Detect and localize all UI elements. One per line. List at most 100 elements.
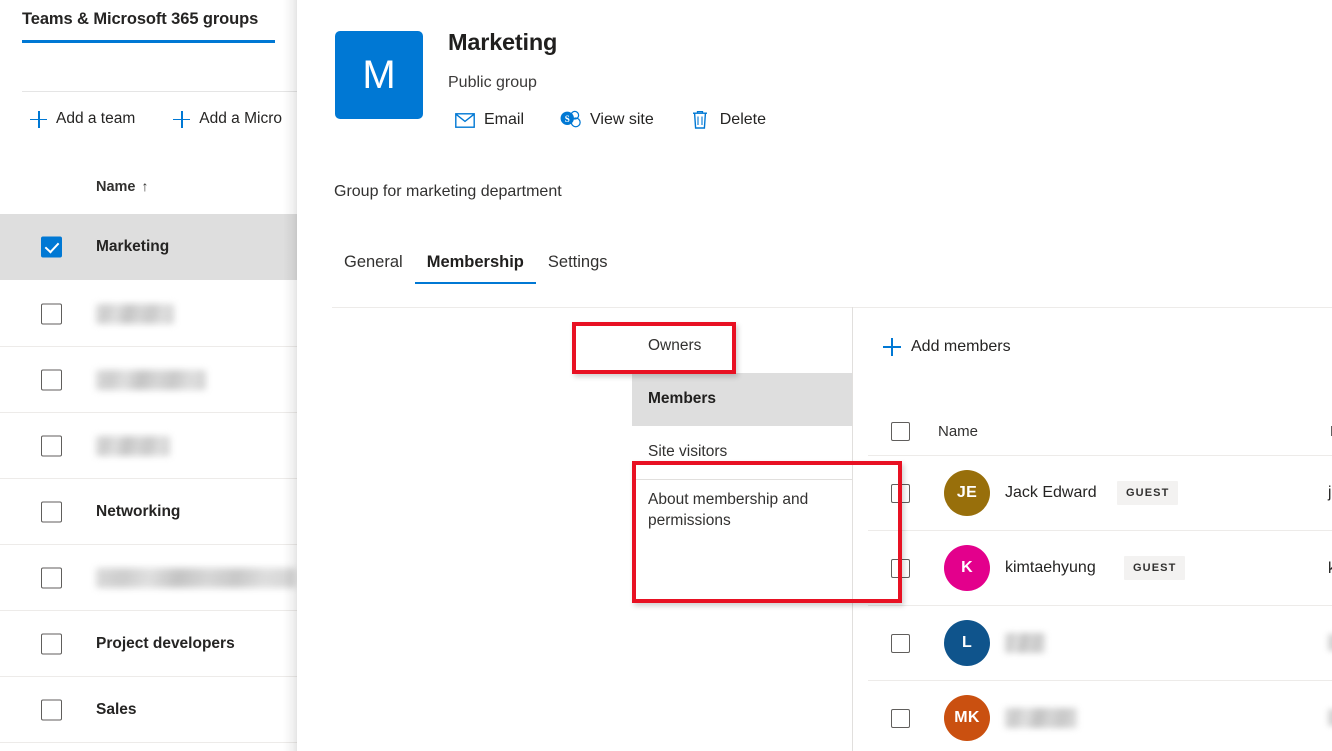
add-a-team-label: Add a team bbox=[56, 110, 135, 128]
group-name-label: Sales bbox=[96, 701, 137, 719]
subnav-item-about-membership-and-permissions[interactable]: About membership and permissions bbox=[632, 480, 852, 542]
row-checkbox[interactable] bbox=[41, 303, 62, 324]
groups-command-bar: Add a team Add a Micro bbox=[0, 102, 290, 136]
redacted-group-name bbox=[96, 370, 206, 390]
tab-membership[interactable]: Membership bbox=[415, 244, 536, 280]
email-button[interactable]: Email bbox=[448, 106, 530, 134]
email-label: Email bbox=[484, 111, 524, 129]
row-checkbox[interactable] bbox=[41, 236, 62, 257]
member-email: .onmicrosoft.com bbox=[1328, 634, 1332, 653]
view-site-label: View site bbox=[590, 111, 654, 129]
avatar: JE bbox=[944, 470, 990, 516]
avatar-initials: L bbox=[962, 634, 972, 652]
groups-list-panel: Teams & Microsoft 365 groups Add a team … bbox=[0, 0, 297, 751]
redacted-member-name bbox=[1005, 708, 1077, 728]
row-checkbox[interactable] bbox=[41, 699, 62, 720]
status-badge: GUEST bbox=[1117, 481, 1178, 505]
membership-subnav: Owners Members Site visitors About membe… bbox=[632, 320, 852, 542]
members-table: Name Email address JE Jack Edward GUEST … bbox=[868, 408, 1332, 751]
group-avatar: M bbox=[335, 31, 423, 119]
row-checkbox[interactable] bbox=[891, 709, 910, 728]
member-email: jack@contoso.com bbox=[1328, 484, 1332, 502]
tabs-divider bbox=[332, 307, 1332, 308]
group-list-item[interactable] bbox=[0, 347, 297, 413]
row-checkbox[interactable] bbox=[41, 501, 62, 522]
row-checkbox[interactable] bbox=[41, 435, 62, 456]
delete-button[interactable]: Delete bbox=[684, 106, 772, 134]
redacted-group-name bbox=[96, 436, 170, 456]
row-checkbox[interactable] bbox=[891, 634, 910, 653]
subnav-vertical-divider bbox=[852, 307, 853, 751]
subnav-item-site-visitors[interactable]: Site visitors bbox=[632, 426, 852, 479]
plus-icon bbox=[883, 338, 901, 356]
add-a-microsoft-365-group-label: Add a Micro bbox=[199, 110, 282, 128]
group-list-item[interactable] bbox=[0, 545, 297, 611]
sort-ascending-arrow-icon: ↑ bbox=[142, 178, 149, 194]
view-site-button[interactable]: S View site bbox=[554, 106, 660, 134]
command-bar-divider bbox=[22, 91, 297, 92]
add-members-button[interactable]: Add members bbox=[875, 330, 1019, 364]
group-name-label: Networking bbox=[96, 503, 180, 521]
plus-icon bbox=[173, 111, 190, 128]
status-badge: GUEST bbox=[1124, 556, 1185, 580]
row-checkbox[interactable] bbox=[891, 484, 910, 503]
redacted-email-part bbox=[1328, 709, 1332, 726]
subnav-item-owners[interactable]: Owners bbox=[632, 320, 852, 373]
delete-label: Delete bbox=[720, 111, 766, 129]
group-list-item-sales[interactable]: Sales bbox=[0, 677, 297, 743]
sharepoint-icon: S bbox=[560, 110, 581, 131]
group-list-item[interactable] bbox=[0, 413, 297, 479]
redacted-email-part bbox=[1328, 634, 1332, 651]
column-header-name[interactable]: Name bbox=[938, 423, 978, 440]
group-avatar-initial: M bbox=[362, 55, 395, 95]
tab-general[interactable]: General bbox=[332, 244, 415, 280]
avatar-initials: K bbox=[961, 559, 973, 577]
select-all-checkbox[interactable] bbox=[891, 422, 910, 441]
redacted-member-name bbox=[1005, 633, 1045, 653]
group-tabs: General Membership Settings bbox=[332, 244, 620, 280]
groups-column-header-name[interactable]: Name↑ bbox=[96, 178, 149, 195]
group-list-item-marketing[interactable]: Marketing bbox=[0, 214, 297, 280]
group-list-item-project-developers[interactable]: Project developers bbox=[0, 611, 297, 677]
row-checkbox[interactable] bbox=[891, 559, 910, 578]
tab-settings[interactable]: Settings bbox=[536, 244, 620, 280]
avatar: K bbox=[944, 545, 990, 591]
member-name: Jack Edward bbox=[1005, 484, 1097, 502]
group-list-item-networking[interactable]: Networking bbox=[0, 479, 297, 545]
group-list-item[interactable] bbox=[0, 281, 297, 347]
trash-icon bbox=[690, 110, 711, 131]
teams-groups-admin-screen: Teams & Microsoft 365 groups Add a team … bbox=[0, 0, 1332, 751]
member-email: kim@.onmicrosoft.com bbox=[1328, 559, 1332, 578]
members-table-header: Name Email address bbox=[868, 408, 1332, 456]
pivot-tab-teams-and-groups[interactable]: Teams & Microsoft 365 groups bbox=[22, 10, 258, 29]
svg-text:S: S bbox=[565, 114, 570, 124]
group-description: Group for marketing department bbox=[334, 183, 562, 201]
redacted-group-name bbox=[96, 304, 174, 324]
table-row[interactable]: K kimtaehyung GUEST kim@.onmicrosoft.com bbox=[868, 531, 1332, 606]
member-email-prefix: kim@ bbox=[1328, 560, 1332, 577]
add-a-team-button[interactable]: Add a team bbox=[22, 102, 143, 136]
row-checkbox[interactable] bbox=[41, 369, 62, 390]
table-row[interactable]: L .onmicrosoft.com bbox=[868, 606, 1332, 681]
redacted-group-name bbox=[96, 568, 296, 588]
add-a-microsoft-365-group-button[interactable]: Add a Micro bbox=[165, 102, 290, 136]
group-name-label: Project developers bbox=[96, 635, 235, 653]
avatar-initials: JE bbox=[957, 484, 977, 502]
avatar: MK bbox=[944, 695, 990, 741]
pivot-active-underline bbox=[22, 40, 275, 43]
table-row[interactable]: JE Jack Edward GUEST jack@contoso.com bbox=[868, 456, 1332, 531]
group-details-panel: M Marketing Public group Email bbox=[297, 0, 1332, 751]
member-email: .onmicrosoft.com bbox=[1328, 709, 1332, 728]
row-checkbox[interactable] bbox=[41, 633, 62, 654]
mail-icon bbox=[454, 110, 475, 131]
group-privacy-label: Public group bbox=[448, 74, 537, 92]
avatar: L bbox=[944, 620, 990, 666]
group-name-label: Marketing bbox=[96, 238, 169, 256]
page-title: Marketing bbox=[448, 29, 557, 56]
avatar-initials: MK bbox=[954, 709, 979, 727]
table-row[interactable]: MK .onmicrosoft.com bbox=[868, 681, 1332, 751]
subnav-item-members[interactable]: Members bbox=[632, 373, 852, 426]
group-action-bar: Email S View site bbox=[448, 106, 796, 134]
row-checkbox[interactable] bbox=[41, 567, 62, 588]
add-members-label: Add members bbox=[911, 338, 1011, 356]
